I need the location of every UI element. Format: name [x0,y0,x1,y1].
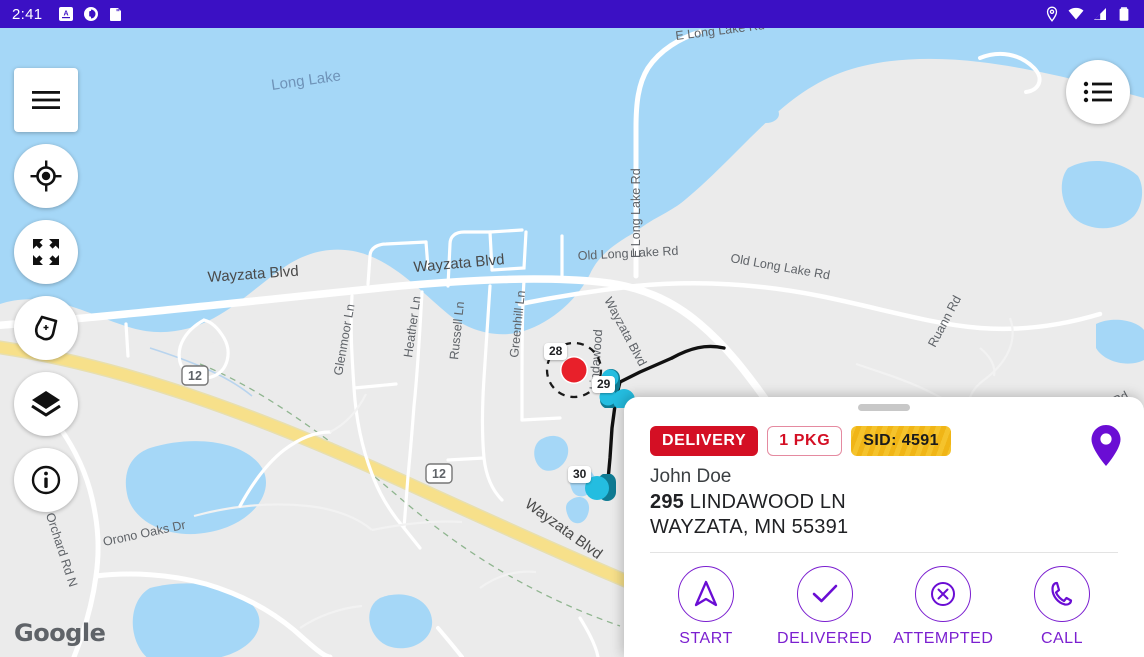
card-divider [650,551,1118,553]
attempted-icon-ring [915,565,972,622]
info-button[interactable] [14,448,78,512]
call-action-button[interactable]: CALL [1006,565,1118,648]
delivered-action-button[interactable]: DELIVERED [769,565,881,648]
crosshair-location-icon [30,160,62,192]
my-location-button[interactable] [14,144,78,208]
sid-badge: SID: 4591 [851,426,951,456]
start-action-button[interactable]: START [650,565,762,648]
stop-actions-row: START DELIVERED ATTEMPTED CALL [650,565,1118,648]
map-marker-label-30: 30 [568,466,592,484]
info-circle-icon [31,465,61,495]
stop-detail-card: DELIVERY 1 PKG SID: 4591 John Doe 295 LI… [624,397,1144,657]
map-marker-label-28: 28 [544,343,568,361]
street-name: LINDAWOOD LN [689,490,846,513]
battery-icon [1119,7,1129,21]
bulleted-list-icon [1083,81,1112,103]
location-icon [1046,6,1058,22]
route-shield-12-upper: 12 [181,365,209,386]
stop-list-button[interactable] [1066,60,1130,124]
layers-icon [31,391,61,417]
app-notification-icon: A [59,7,74,21]
stop-badges-row: DELIVERY 1 PKG SID: 4591 [650,425,1121,466]
wifi-icon [1068,7,1084,20]
android-status-bar: 2:41 A [0,0,1144,28]
attempted-action-button[interactable]: ATTEMPTED [887,565,999,648]
sd-card-icon [110,8,122,21]
map-label-e-long-lake-vert: E Long Lake Rd [629,168,643,258]
delivery-app-screen: 2:41 A 12 12 Long Lake Wayzata Blvd Wayz… [0,0,1144,657]
map-layers-button[interactable] [14,372,78,436]
map-pin-icon[interactable] [1088,423,1124,469]
app-update-icon [84,7,99,21]
status-bar-system-icons [1044,6,1132,22]
polygon-lasso-icon [34,315,58,341]
google-attribution: Google [14,619,106,647]
delivery-type-badge: DELIVERY [650,426,759,456]
card-drag-handle[interactable] [858,404,910,411]
map-controls-rail [14,68,78,524]
status-bar-clock: 2:41 [12,5,43,23]
route-shield-12-lower: 12 [425,463,453,484]
svg-text:A: A [64,11,69,18]
customer-name: John Doe [650,466,732,487]
city-state-zip: WAYZATA, MN 55391 [650,516,849,539]
delivered-action-label: DELIVERED [777,629,873,647]
checkmark-icon [812,584,837,603]
circle-x-icon [931,581,956,606]
attempted-action-label: ATTEMPTED [893,629,994,647]
menu-button[interactable] [14,68,78,132]
expand-arrows-icon [33,239,59,265]
navigation-arrow-icon [694,580,718,607]
status-bar-notification-icons: A [58,6,124,22]
street-address: 295 LINDAWOOD LN [650,490,1118,516]
cellular-signal-icon [1094,8,1106,20]
svg-text:12: 12 [432,467,446,481]
hamburger-menu-icon [32,91,60,109]
start-icon-ring [678,565,734,622]
map-marker-label-29: 29 [592,376,616,394]
phone-icon [1051,581,1073,606]
lasso-select-button[interactable] [14,296,78,360]
call-icon-ring [1033,565,1090,622]
delivered-icon-ring [796,565,853,622]
street-number: 295 [650,490,684,513]
fit-bounds-button[interactable] [14,220,78,284]
call-action-label: CALL [1040,629,1083,647]
svg-text:12: 12 [188,369,202,383]
package-count-badge: 1 PKG [767,426,843,456]
stop-address-block: John Doe 295 LINDAWOOD LN WAYZATA, MN 55… [650,465,1118,541]
start-action-label: START [679,629,733,647]
